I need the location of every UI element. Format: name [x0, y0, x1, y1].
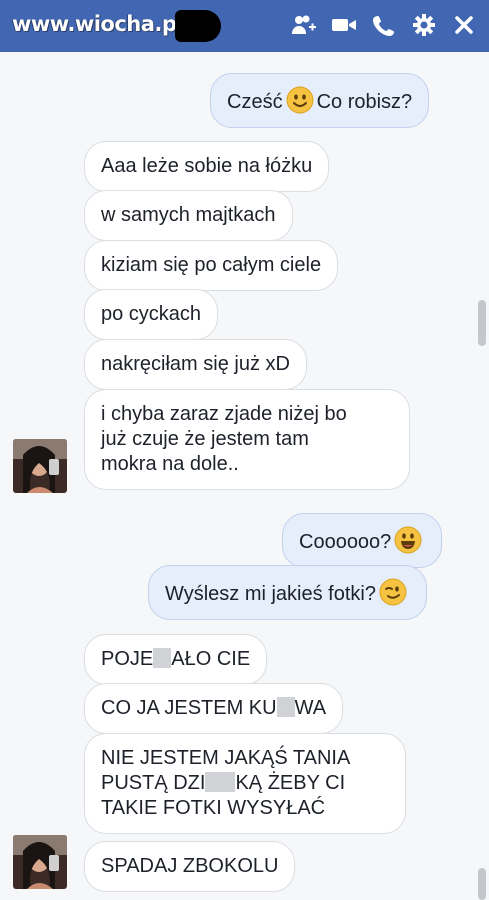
message-text: SPADAJ ZBOKOLU [101, 855, 279, 877]
message-incoming: CO JA JESTEM KU WA [84, 683, 344, 734]
message-line: mokra na dole.. [101, 453, 239, 475]
message-text: KĄ ŻEBY CI [235, 772, 346, 794]
message-incoming: i chyba zaraz zjade niżej bo już czuje ż… [84, 389, 410, 490]
video-call-icon[interactable] [331, 12, 357, 38]
message-text: Cześć [227, 91, 283, 113]
message-text: AŁO CIE [171, 648, 251, 670]
message-text: w samych majtkach [101, 204, 276, 226]
watermark: www.wiocha.pl [12, 12, 184, 36]
scrollbar[interactable] [477, 52, 489, 900]
message-incoming: po cyckach [84, 289, 219, 340]
message-line: i chyba zaraz zjade niżej bo [101, 403, 347, 425]
message-text: Aaa leże sobie na łóżku [101, 155, 313, 177]
message-text: nakręciłam się już xD [101, 353, 290, 375]
message-text: PUSTĄ DZI [101, 772, 206, 794]
chat-header: www.wiocha.pl [0, 0, 489, 52]
message-line: już czuje że jestem tam [101, 428, 309, 450]
message-incoming: NIE JESTEM JAKĄŚ TANIA PUSTĄ DZI KĄ ŻEBY … [84, 733, 406, 834]
message-text: CO JA JESTEM KU [101, 697, 277, 719]
censor-block [205, 772, 236, 792]
message-text: Wyślesz mi jakieś fotki? [165, 583, 376, 605]
message-outgoing: Wyślesz mi jakieś fotki? [148, 565, 427, 620]
avatar[interactable] [13, 835, 67, 889]
message-line: PUSTĄ DZI KĄ ŻEBY CI [101, 771, 389, 796]
message-text: Co robisz? [316, 91, 413, 113]
phone-icon[interactable] [371, 12, 397, 38]
message-incoming: w samych majtkach [84, 190, 293, 241]
message-line: TAKIE FOTKI WYSYŁAĆ [101, 797, 326, 819]
grin-emoji-icon [394, 526, 422, 554]
censor-block [276, 697, 295, 717]
message-text: kiziam się po całym ciele [101, 254, 322, 276]
header-actions [291, 12, 477, 38]
message-outgoing: Coooooo? [282, 513, 443, 568]
add-person-icon[interactable] [291, 12, 317, 38]
message-text: Coooooo? [299, 531, 392, 553]
scrollbar-thumb[interactable] [478, 300, 486, 346]
avatar[interactable] [13, 439, 67, 493]
message-incoming: nakręciłam się już xD [84, 339, 307, 390]
message-incoming: POJE AŁO CIE [84, 634, 268, 685]
message-text: POJE [101, 648, 154, 670]
censor-block [153, 648, 172, 668]
message-incoming: Aaa leże sobie na łóżku [84, 141, 330, 192]
wink-emoji-icon [379, 578, 407, 606]
message-text: po cyckach [101, 303, 202, 325]
scrollbar-thumb-lower[interactable] [478, 868, 486, 900]
gear-icon[interactable] [411, 12, 437, 38]
message-text: WA [294, 697, 327, 719]
close-icon[interactable] [451, 12, 477, 38]
message-incoming: SPADAJ ZBOKOLU [84, 841, 296, 892]
message-incoming: kiziam się po całym ciele [84, 240, 339, 291]
smile-emoji-icon [286, 86, 314, 114]
redacted-name [175, 10, 221, 42]
message-outgoing: Cześć Co robisz? [210, 73, 430, 128]
message-line: NIE JESTEM JAKĄŚ TANIA [101, 747, 351, 769]
